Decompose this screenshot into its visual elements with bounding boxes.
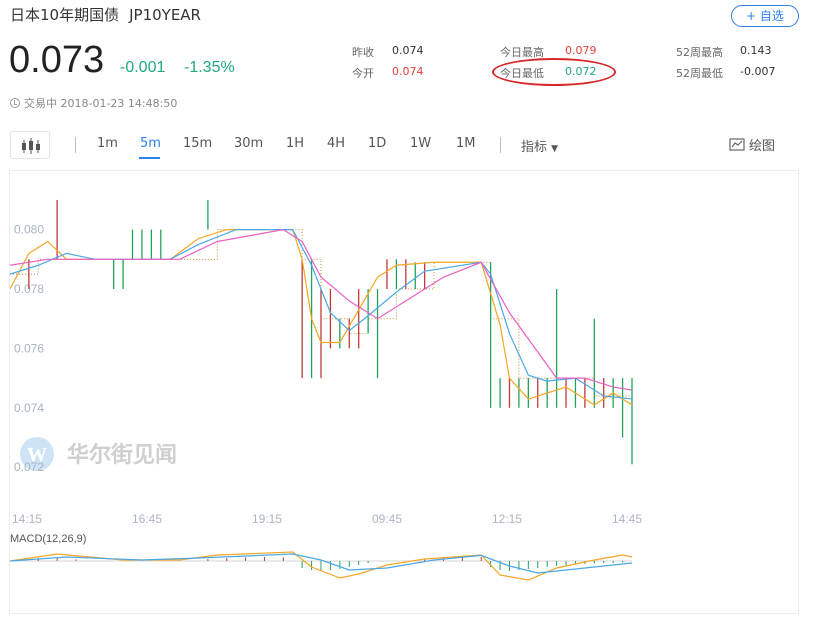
tf-1m[interactable]: 1m xyxy=(97,136,118,151)
candlestick-icon xyxy=(22,138,40,154)
macd-label: MACD(12,26,9) xyxy=(10,533,86,545)
x-tick-label: 12:15 xyxy=(492,512,522,526)
tf-4h[interactable]: 4H xyxy=(327,136,345,151)
tf-5m[interactable]: 5m xyxy=(140,136,161,151)
draw-chart-icon xyxy=(729,138,745,151)
prev-close-label: 昨收 xyxy=(352,46,374,59)
toolbar-divider xyxy=(75,137,76,153)
x-tick-label: 16:45 xyxy=(132,512,162,526)
instrument-code: JP10YEAR xyxy=(129,6,201,24)
trading-status: 交易中 2018-01-23 14:48:50 xyxy=(10,95,177,111)
price-change-pct: -1.35% xyxy=(184,59,235,76)
w52-high-label: 52周最高 xyxy=(676,46,723,59)
x-tick-label: 09:45 xyxy=(372,512,402,526)
y-tick-label: 0.074 xyxy=(14,401,44,415)
instrument-title: 日本10年期国债 JP10YEAR xyxy=(10,4,201,25)
tf-1w[interactable]: 1W xyxy=(410,136,431,151)
chart-panel[interactable]: W 华尔街见闻 0.080 0.078 0.076 0.074 0.072 14:15 16:4… xyxy=(9,170,799,614)
draw-button[interactable]: 绘图 xyxy=(729,135,775,154)
caret-down-icon: ▼ xyxy=(551,144,559,154)
prev-close-value: 0.074 xyxy=(392,44,424,57)
active-tab-indicator xyxy=(139,157,160,159)
highlight-ellipse xyxy=(492,58,616,86)
clock-icon xyxy=(10,98,20,108)
tf-1d[interactable]: 1D xyxy=(368,136,386,151)
day-high-value: 0.079 xyxy=(565,44,597,57)
tf-15m[interactable]: 15m xyxy=(183,136,212,151)
open-value: 0.074 xyxy=(392,65,424,78)
x-tick-label: 14:45 xyxy=(612,512,642,526)
last-price: 0.073 xyxy=(9,39,105,81)
add-watchlist-button[interactable]: + 自选 xyxy=(731,5,799,27)
chart-toolbar: 1m 5m 15m 30m 1H 4H 1D 1W 1M 指标 ▼ 绘图 xyxy=(0,128,814,162)
y-tick-label: 0.076 xyxy=(14,341,44,355)
tf-1mo[interactable]: 1M xyxy=(456,136,476,151)
price-chart[interactable]: W 华尔街见闻0.0800.0780.0760.0740.07214:15 16:4… xyxy=(10,171,798,613)
y-tick-label: 0.072 xyxy=(14,460,44,474)
chart-type-button[interactable] xyxy=(10,131,50,159)
draw-label: 绘图 xyxy=(749,139,776,154)
tf-30m[interactable]: 30m xyxy=(234,136,263,151)
price-change: -0.001 xyxy=(120,59,166,76)
indicator-menu[interactable]: 指标 ▼ xyxy=(521,136,558,155)
toolbar-divider xyxy=(500,137,501,153)
x-tick-label: 14:15 xyxy=(12,512,42,526)
indicator-label: 指标 xyxy=(521,140,548,155)
status-text: 交易中 2018-01-23 14:48:50 xyxy=(24,97,178,110)
w52-high-value: 0.143 xyxy=(740,44,772,57)
watermark-text: 华尔街见闻 xyxy=(67,442,177,468)
open-label: 今开 xyxy=(352,67,374,80)
x-tick-label: 19:15 xyxy=(252,512,282,526)
w52-low-value: -0.007 xyxy=(740,65,776,78)
y-tick-label: 0.080 xyxy=(14,223,44,237)
instrument-name: 日本10年期国债 xyxy=(10,6,120,24)
tf-1h[interactable]: 1H xyxy=(286,136,304,151)
w52-low-label: 52周最低 xyxy=(676,67,723,80)
